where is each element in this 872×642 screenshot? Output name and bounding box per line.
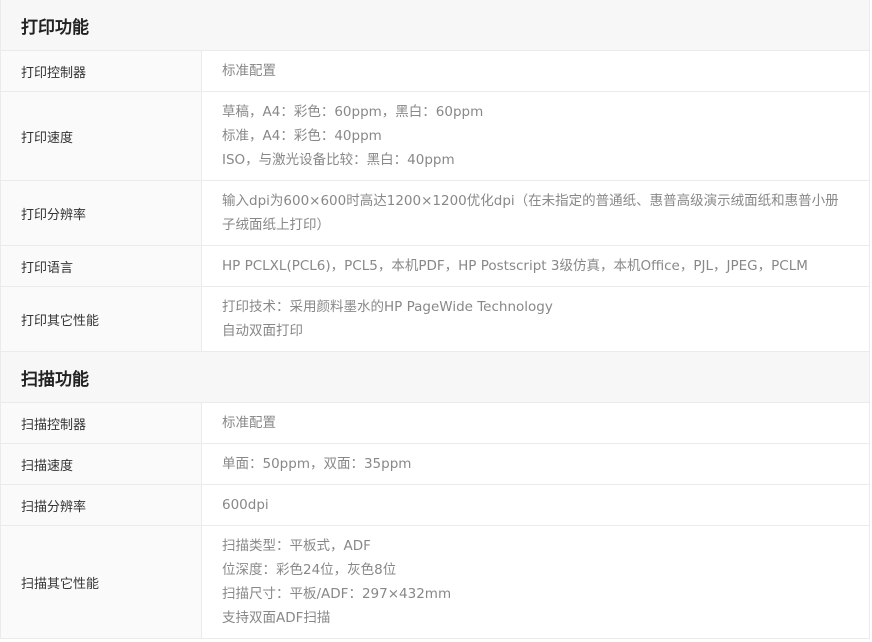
spec-row-print-other: 打印其它性能 打印技术：采用颜料墨水的HP PageWide Technolog… xyxy=(1,287,869,352)
spec-value-line: 自动双面打印 xyxy=(222,323,303,339)
spec-value-line: ISO，与激光设备比较：黑白：40ppm xyxy=(222,152,455,168)
spec-value-line: 扫描类型：平板式，ADF xyxy=(222,538,371,554)
spec-value: 草稿，A4：彩色：60ppm，黑白：60ppm 标准，A4：彩色：40ppm I… xyxy=(202,92,869,180)
spec-row-print-speed: 打印速度 草稿，A4：彩色：60ppm，黑白：60ppm 标准，A4：彩色：40… xyxy=(1,92,869,181)
spec-row-scan-other: 扫描其它性能 扫描类型：平板式，ADF 位深度：彩色24位，灰色8位 扫描尺寸：… xyxy=(1,526,869,639)
spec-label: 扫描其它性能 xyxy=(1,526,202,638)
spec-value-line: 标准，A4：彩色：40ppm xyxy=(222,128,382,144)
spec-value-line: HP PCLXL(PCL6)，PCL5，本机PDF，HP Postscript … xyxy=(222,258,808,274)
spec-value-line: 支持双面ADF扫描 xyxy=(222,610,331,626)
spec-label: 打印分辨率 xyxy=(1,181,202,245)
spec-value-line: 标准配置 xyxy=(222,63,276,79)
spec-row-scan-resolution: 扫描分辨率 600dpi xyxy=(1,485,869,526)
section-title-scan: 扫描功能 xyxy=(1,352,869,403)
spec-value-line: 输入dpi为600×600时高达1200×1200优化dpi（在未指定的普通纸、… xyxy=(222,193,839,233)
spec-row-scan-controller: 扫描控制器 标准配置 xyxy=(1,403,869,444)
spec-table: 打印功能 打印控制器 标准配置 打印速度 草稿，A4：彩色：60ppm，黑白：6… xyxy=(0,0,870,639)
spec-value: HP PCLXL(PCL6)，PCL5，本机PDF，HP Postscript … xyxy=(202,246,869,286)
spec-label: 打印其它性能 xyxy=(1,287,202,351)
spec-value-line: 打印技术：采用颜料墨水的HP PageWide Technology xyxy=(222,299,553,315)
spec-label: 打印语言 xyxy=(1,246,202,286)
spec-row-scan-speed: 扫描速度 单面：50ppm，双面：35ppm xyxy=(1,444,869,485)
spec-row-print-language: 打印语言 HP PCLXL(PCL6)，PCL5，本机PDF，HP Postsc… xyxy=(1,246,869,287)
section-title-print: 打印功能 xyxy=(1,0,869,51)
spec-row-print-resolution: 打印分辨率 输入dpi为600×600时高达1200×1200优化dpi（在未指… xyxy=(1,181,869,246)
spec-label: 打印控制器 xyxy=(1,51,202,91)
spec-row-print-controller: 打印控制器 标准配置 xyxy=(1,51,869,92)
spec-value-line: 标准配置 xyxy=(222,415,276,431)
spec-value-line: 草稿，A4：彩色：60ppm，黑白：60ppm xyxy=(222,104,484,120)
spec-value: 标准配置 xyxy=(202,403,869,443)
spec-value-line: 位深度：彩色24位，灰色8位 xyxy=(222,562,397,578)
spec-value-line: 扫描尺寸：平板/ADF：297×432mm xyxy=(222,586,452,602)
spec-label: 扫描速度 xyxy=(1,444,202,484)
spec-label: 扫描控制器 xyxy=(1,403,202,443)
spec-label: 扫描分辨率 xyxy=(1,485,202,525)
spec-value-line: 600dpi xyxy=(222,497,269,513)
spec-label: 打印速度 xyxy=(1,92,202,180)
spec-value: 打印技术：采用颜料墨水的HP PageWide Technology 自动双面打… xyxy=(202,287,869,351)
spec-value: 输入dpi为600×600时高达1200×1200优化dpi（在未指定的普通纸、… xyxy=(202,181,869,245)
spec-value: 单面：50ppm，双面：35ppm xyxy=(202,444,869,484)
spec-value: 标准配置 xyxy=(202,51,869,91)
spec-value: 扫描类型：平板式，ADF 位深度：彩色24位，灰色8位 扫描尺寸：平板/ADF：… xyxy=(202,526,869,638)
spec-value-line: 单面：50ppm，双面：35ppm xyxy=(222,456,412,472)
spec-value: 600dpi xyxy=(202,485,869,525)
